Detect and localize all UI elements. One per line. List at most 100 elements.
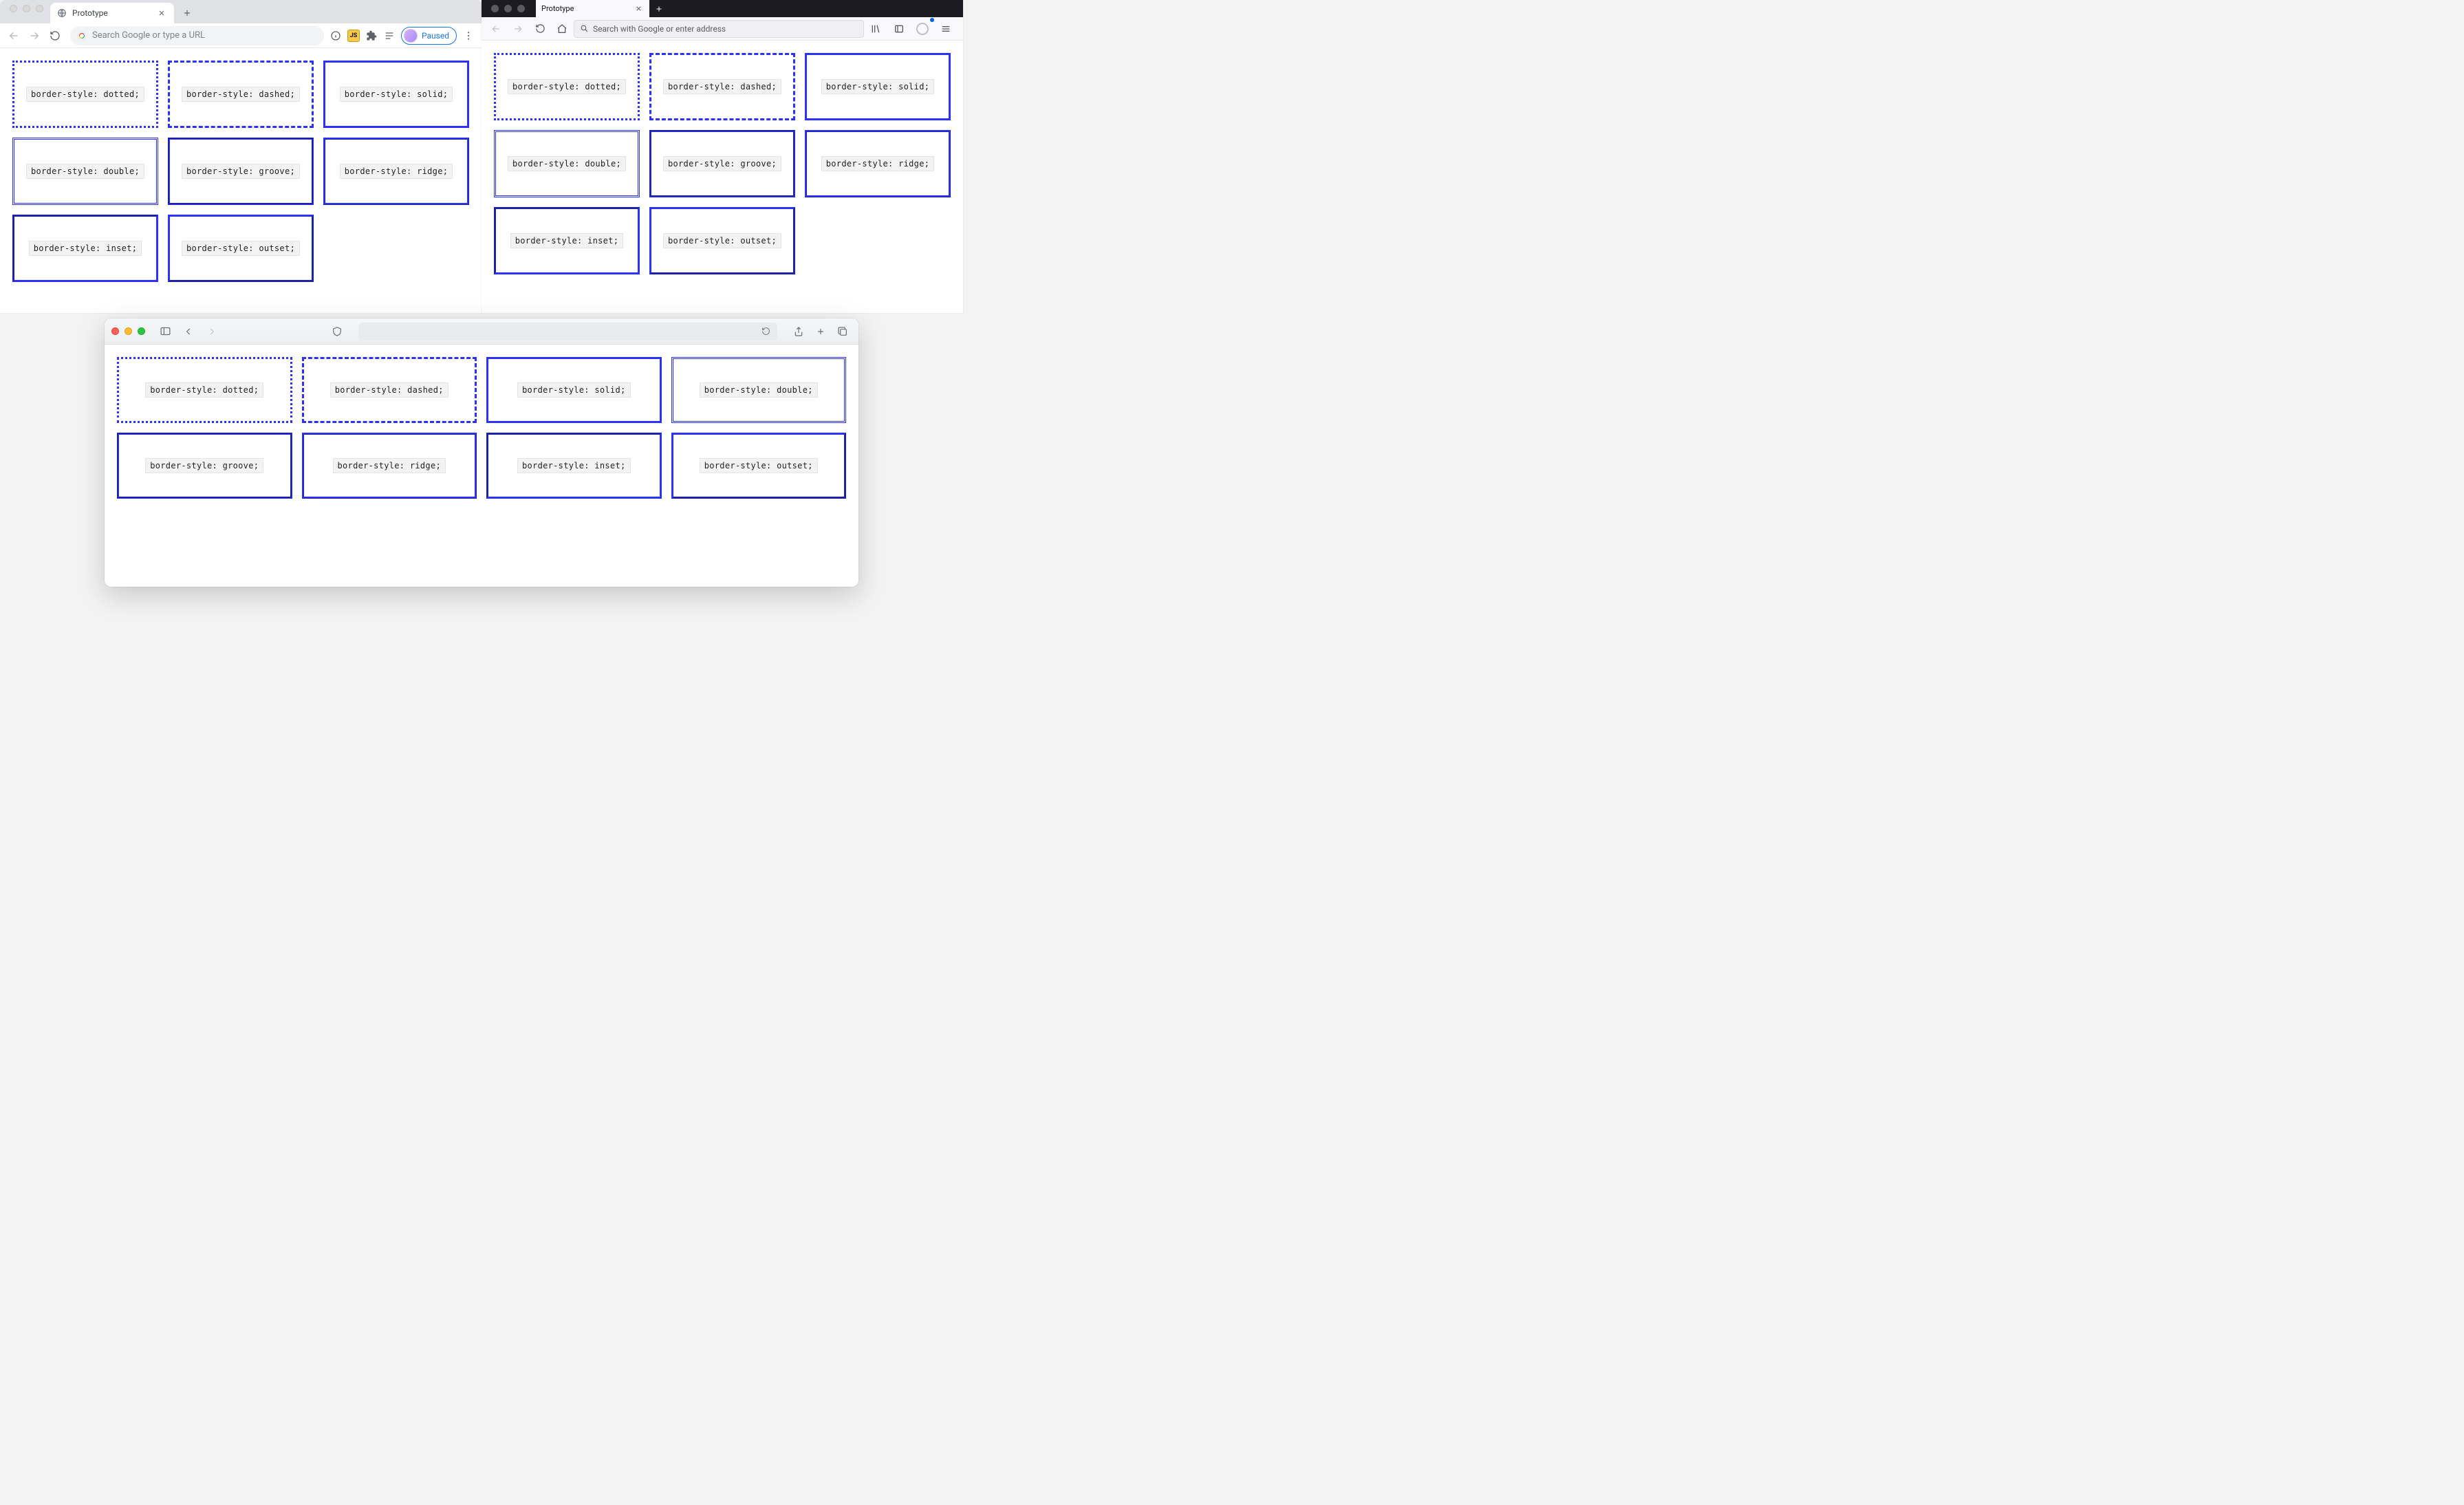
tabs-icon[interactable] — [834, 323, 852, 340]
sidebar-icon[interactable] — [889, 19, 909, 39]
code-label: border-style: dashed; — [663, 79, 781, 94]
close-icon[interactable] — [633, 3, 644, 14]
firefox-viewport: border-style: dotted; border-style: dashe… — [482, 41, 963, 313]
window-minimize-button[interactable] — [504, 5, 512, 12]
close-icon[interactable] — [156, 8, 167, 19]
code-label: border-style: groove; — [663, 156, 781, 171]
share-icon[interactable] — [790, 323, 808, 340]
address-bar-placeholder: Search with Google or enter address — [593, 24, 726, 34]
browser-tab[interactable]: Prototype — [536, 0, 649, 17]
safari-toolbar — [105, 318, 858, 345]
menu-icon[interactable] — [936, 19, 956, 39]
code-label: border-style: solid; — [517, 382, 631, 398]
code-label: border-style: double; — [26, 164, 144, 179]
code-label: border-style: inset; — [29, 241, 142, 256]
border-demo-groove: border-style: groove; — [117, 433, 292, 499]
border-demo-solid: border-style: solid; — [805, 53, 951, 120]
home-button[interactable] — [552, 19, 572, 39]
code-label: border-style: outset; — [700, 458, 818, 473]
code-label: border-style: dashed; — [182, 87, 300, 102]
border-style-grid: border-style: dotted; border-style: dashe… — [482, 41, 963, 287]
border-demo-inset: border-style: inset; — [494, 207, 640, 274]
address-bar[interactable]: Search Google or type a URL — [70, 26, 324, 45]
border-demo-dotted: border-style: dotted; — [117, 357, 292, 423]
search-icon — [580, 24, 589, 33]
window-close-button[interactable] — [10, 5, 17, 12]
code-label: border-style: solid; — [340, 87, 453, 102]
reload-button[interactable] — [45, 26, 65, 45]
new-tab-icon[interactable] — [812, 323, 830, 340]
toolbar-actions — [865, 19, 959, 39]
window-controls — [6, 5, 50, 19]
address-bar-placeholder: Search Google or type a URL — [92, 30, 205, 41]
firefox-toolbar: Search with Google or enter address — [482, 17, 963, 41]
code-label: border-style: dashed; — [330, 382, 449, 398]
toolbar-actions: JS Paused — [329, 27, 477, 45]
border-demo-outset: border-style: outset; — [649, 207, 795, 274]
border-demo-inset: border-style: inset; — [486, 433, 662, 499]
safari-browser-window: border-style: dotted; border-style: dashe… — [105, 318, 858, 587]
forward-button[interactable] — [203, 323, 221, 340]
border-demo-solid: border-style: solid; — [323, 61, 469, 128]
code-label: border-style: inset; — [510, 233, 624, 248]
window-controls — [486, 0, 536, 17]
border-demo-dashed: border-style: dashed; — [168, 61, 314, 128]
border-demo-outset: border-style: outset; — [671, 433, 847, 499]
border-demo-double: border-style: double; — [12, 138, 158, 205]
border-demo-dashed: border-style: dashed; — [649, 53, 795, 120]
chrome-browser-window: Prototype Search Google or type a URL JS — [0, 0, 482, 313]
window-close-button[interactable] — [491, 5, 499, 12]
code-label: border-style: double; — [508, 156, 626, 171]
toolbar-actions — [790, 323, 852, 340]
reload-button[interactable] — [530, 19, 550, 39]
profile-status-label: Paused — [422, 31, 449, 41]
firefox-tabstrip: Prototype — [482, 0, 963, 17]
border-demo-dotted: border-style: dotted; — [494, 53, 640, 120]
browser-tab[interactable]: Prototype — [50, 3, 174, 23]
code-label: border-style: ridge; — [340, 164, 453, 179]
profile-chip[interactable]: Paused — [401, 27, 457, 45]
firefox-browser-window: Prototype Search with Google or enter ad… — [482, 0, 963, 313]
back-button[interactable] — [486, 19, 506, 39]
avatar — [404, 29, 418, 43]
reading-list-icon[interactable] — [383, 30, 396, 42]
border-demo-dashed: border-style: dashed; — [302, 357, 477, 423]
back-button[interactable] — [180, 323, 197, 340]
code-label: border-style: solid; — [821, 79, 935, 94]
search-icon — [77, 31, 87, 41]
border-demo-groove: border-style: groove; — [649, 130, 795, 197]
code-label: border-style: groove; — [182, 164, 300, 179]
account-icon[interactable] — [912, 19, 933, 39]
window-minimize-button[interactable] — [23, 5, 30, 12]
window-zoom-button[interactable] — [36, 5, 43, 12]
window-zoom-button[interactable] — [138, 327, 145, 335]
border-demo-ridge: border-style: ridge; — [323, 138, 469, 205]
forward-button[interactable] — [508, 19, 528, 39]
code-label: border-style: dotted; — [145, 382, 263, 398]
window-close-button[interactable] — [111, 327, 119, 335]
back-button[interactable] — [4, 26, 23, 45]
sidebar-icon[interactable] — [156, 323, 174, 340]
border-demo-solid: border-style: solid; — [486, 357, 662, 423]
new-tab-button[interactable] — [649, 0, 669, 17]
code-label: border-style: double; — [700, 382, 818, 398]
forward-button[interactable] — [25, 26, 44, 45]
window-minimize-button[interactable] — [125, 327, 132, 335]
address-bar[interactable] — [358, 323, 777, 340]
menu-icon[interactable] — [462, 30, 475, 42]
window-zoom-button[interactable] — [517, 5, 525, 12]
code-label: border-style: dotted; — [26, 87, 144, 102]
border-style-grid: border-style: dotted; border-style: dashe… — [105, 345, 858, 511]
chrome-tabstrip: Prototype — [0, 0, 482, 23]
js-extension-icon[interactable]: JS — [347, 30, 360, 42]
tab-title: Prototype — [541, 4, 574, 13]
new-tab-button[interactable] — [178, 4, 196, 22]
reload-icon[interactable] — [761, 327, 770, 336]
globe-icon — [57, 8, 67, 18]
shield-icon[interactable] — [328, 323, 346, 340]
library-icon[interactable] — [865, 19, 886, 39]
code-label: border-style: outset; — [663, 233, 781, 248]
info-icon[interactable] — [329, 30, 342, 42]
address-bar[interactable]: Search with Google or enter address — [574, 20, 864, 38]
extensions-icon[interactable] — [365, 30, 378, 42]
